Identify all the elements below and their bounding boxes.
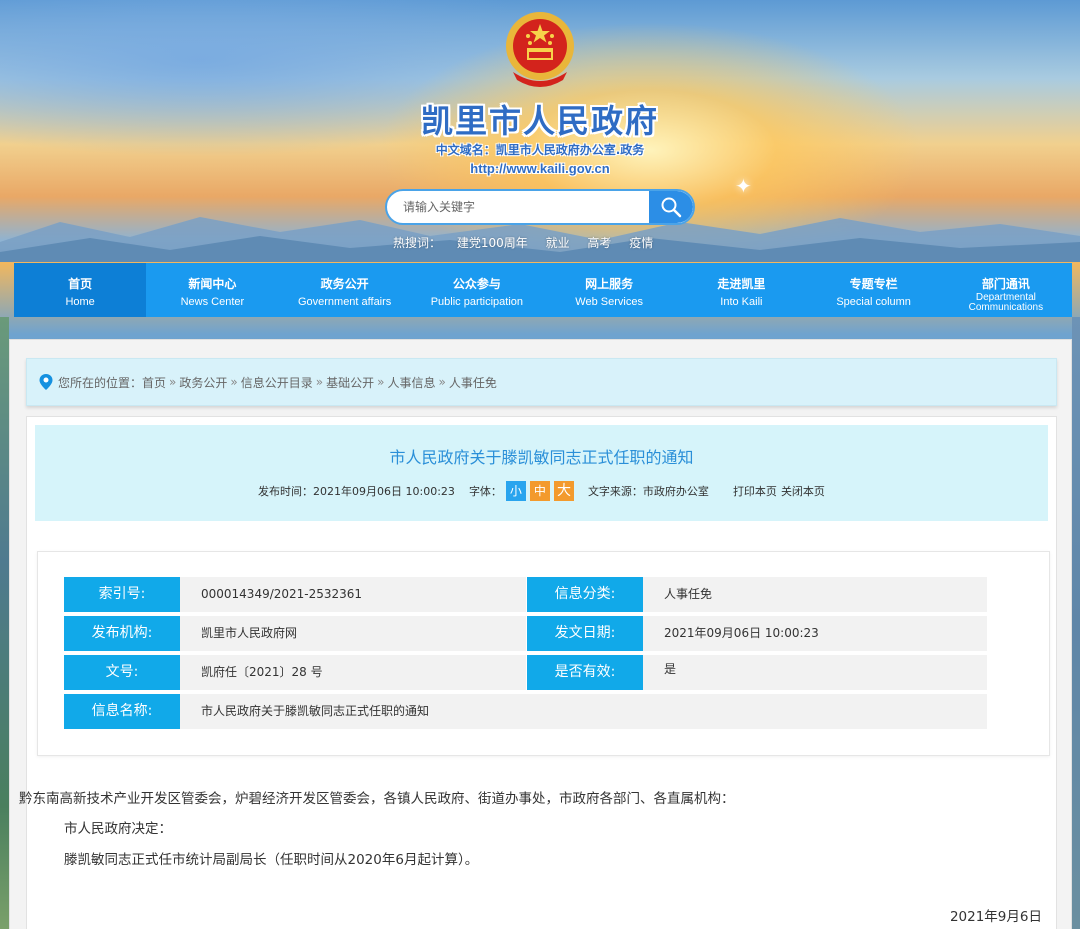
nav-label-cn: 部门通讯 bbox=[981, 277, 1030, 291]
breadcrumb-link[interactable]: 人事信息 bbox=[387, 374, 435, 391]
article: 市人民政府关于滕凯敏同志正式任职的通知 发布时间：2021年09月06日 10:… bbox=[19, 416, 1057, 929]
font-large-button[interactable]: 大 bbox=[553, 481, 574, 501]
side-decoration-left bbox=[0, 317, 9, 929]
nav-item-home[interactable]: 首页 Home bbox=[14, 263, 147, 317]
nav-label-cn: 新闻中心 bbox=[188, 277, 237, 291]
breadcrumb-prefix: 您所在的位置： bbox=[58, 375, 143, 390]
info-label: 文号: bbox=[64, 655, 188, 690]
nav-item-departmental-communications[interactable]: 部门通讯 Departmental Communications bbox=[940, 263, 1072, 317]
star-icon: ✦ bbox=[735, 174, 752, 198]
side-decoration-right bbox=[1072, 317, 1080, 929]
search-box bbox=[385, 189, 695, 225]
site-header: 凯里市人民政府 中文域名：凯里市人民政府办公室.政务 http://www.ka… bbox=[0, 0, 1080, 262]
site-title: 凯里市人民政府 bbox=[420, 102, 659, 140]
content-panel: 您所在的位置： 首页 » 政务公开 » 信息公开目录 » 基础公开 » 人事信息… bbox=[9, 339, 1072, 929]
nav-label-cn: 政务公开 bbox=[320, 277, 369, 291]
font-small-button[interactable]: 小 bbox=[505, 481, 526, 501]
nav-item-public-participation[interactable]: 公众参与 Public participation bbox=[411, 263, 543, 317]
article-title: 市人民政府关于滕凯敏同志正式任职的通知 bbox=[389, 448, 694, 467]
breadcrumb-separator: » bbox=[230, 375, 238, 389]
info-row-name: 信息名称: 市人民政府关于滕凯敏同志正式任职的通知 bbox=[64, 694, 987, 729]
nav-label-en: Special column bbox=[836, 296, 911, 308]
nav-label-en: Web Services bbox=[575, 296, 643, 308]
breadcrumb-separator: » bbox=[438, 375, 446, 389]
info-label: 索引号: bbox=[64, 577, 188, 612]
info-value: 市人民政府关于滕凯敏同志正式任职的通知 bbox=[180, 694, 987, 729]
hotword-link[interactable]: 高考 bbox=[587, 236, 611, 250]
breadcrumb-link[interactable]: 信息公开目录 bbox=[241, 374, 313, 391]
chinese-domain-name: 中文域名：凯里市人民政府办公室.政务 bbox=[435, 143, 645, 157]
hotword-link[interactable]: 疫情 bbox=[629, 236, 653, 250]
info-label: 发文日期: bbox=[527, 616, 651, 651]
breadcrumb-link[interactable]: 人事任免 bbox=[449, 374, 497, 391]
nav-item-government-affairs[interactable]: 政务公开 Government affairs bbox=[279, 263, 411, 317]
body-decision: 市人民政府决定： bbox=[64, 821, 172, 837]
search-input[interactable] bbox=[387, 191, 652, 223]
info-value: 人事任免 bbox=[643, 577, 987, 612]
info-value: 000014349/2021-2532361 bbox=[180, 577, 526, 612]
nav-item-web-services[interactable]: 网上服务 Web Services bbox=[543, 263, 675, 317]
nav-label-en: Public participation bbox=[430, 296, 524, 308]
info-label: 是否有效: bbox=[527, 655, 651, 690]
breadcrumb-link[interactable]: 政务公开 bbox=[179, 374, 227, 391]
nav-label-en: Home bbox=[65, 296, 95, 308]
breadcrumb: 您所在的位置： 首页 » 政务公开 » 信息公开目录 » 基础公开 » 人事信息… bbox=[26, 358, 1057, 406]
nav-item-news-center[interactable]: 新闻中心 News Center bbox=[146, 263, 278, 317]
breadcrumb-separator: » bbox=[169, 375, 177, 389]
nav-label-cn: 公众参与 bbox=[452, 277, 501, 291]
info-value: 2021年09月06日 10:00:23 bbox=[643, 616, 987, 651]
info-label: 信息分类: bbox=[527, 577, 651, 612]
nav-label-en: Departmental Communications bbox=[968, 292, 1044, 313]
hotwords-label: 热搜词： bbox=[393, 236, 442, 250]
search-button[interactable] bbox=[649, 191, 693, 223]
breadcrumb-link[interactable]: 首页 bbox=[142, 374, 166, 391]
info-label: 发布机构: bbox=[64, 616, 188, 651]
print-page-link[interactable]: 打印本页 bbox=[733, 483, 777, 499]
nav-item-into-kaili[interactable]: 走进凯里 Into Kaili bbox=[675, 263, 807, 317]
breadcrumb-separator: » bbox=[315, 375, 324, 389]
hot-search-words: 热搜词： 建党100周年 就业 高考 疫情 bbox=[393, 234, 667, 251]
nav-label-cn: 首页 bbox=[68, 277, 93, 291]
nav-label-cn: 网上服务 bbox=[585, 277, 634, 291]
info-value: 凯府任〔2021〕28 号 bbox=[180, 655, 526, 690]
info-value: 凯里市人民政府网 bbox=[180, 616, 526, 651]
nav-label-cn: 专题专栏 bbox=[849, 277, 898, 291]
hotword-link[interactable]: 就业 bbox=[546, 236, 570, 250]
font-medium-button[interactable]: 中 bbox=[529, 481, 550, 501]
search-icon bbox=[661, 197, 682, 218]
info-row-date: 发文日期: 2021年09月06日 10:00:23 bbox=[527, 616, 987, 651]
body-appointment: 滕凯敏同志正式任市统计局副局长（任职时间从2020年6月起计算）。 bbox=[64, 852, 479, 868]
info-row-valid: 是否有效: 是 bbox=[527, 655, 987, 690]
info-row-category: 信息分类: 人事任免 bbox=[527, 577, 987, 612]
info-row-index: 索引号: 000014349/2021-2532361 bbox=[64, 577, 526, 612]
article-meta: 发布时间：2021年09月06日 10:00:23 字体： 小 中 大 文字来源… bbox=[35, 480, 1048, 502]
nav-item-special-column[interactable]: 专题专栏 Special column bbox=[808, 263, 940, 317]
main-navigation: 首页 Home 新闻中心 News Center 政务公开 Government… bbox=[14, 263, 1072, 317]
site-url[interactable]: http://www.kaili.gov.cn bbox=[0, 161, 1080, 176]
nav-label-en: Into Kaili bbox=[720, 296, 763, 308]
national-emblem-icon bbox=[503, 10, 577, 88]
info-table: 索引号: 000014349/2021-2532361 信息分类: 人事任免 发… bbox=[37, 551, 1050, 756]
article-header: 市人民政府关于滕凯敏同志正式任职的通知 发布时间：2021年09月06日 10:… bbox=[35, 425, 1048, 521]
nav-label-en: Government affairs bbox=[297, 296, 392, 308]
info-row-docno: 文号: 凯府任〔2021〕28 号 bbox=[64, 655, 526, 690]
info-value: 是 bbox=[643, 655, 987, 690]
info-label: 信息名称: bbox=[64, 694, 188, 729]
breadcrumb-separator: » bbox=[377, 375, 385, 389]
nav-label-cn: 走进凯里 bbox=[717, 277, 766, 291]
font-size-label: 字体： bbox=[468, 485, 502, 498]
body-recipients: 黔东南高新技术产业开发区管委会，炉碧经济开发区管委会，各镇人民政府、街道办事处，… bbox=[19, 791, 735, 807]
signing-date: 2021年9月6日 bbox=[949, 909, 1042, 925]
close-page-link[interactable]: 关闭本页 bbox=[781, 483, 825, 499]
publish-time: 发布时间：2021年09月06日 10:00:23 bbox=[258, 485, 455, 498]
location-pin-icon bbox=[39, 374, 53, 390]
nav-label-en: News Center bbox=[180, 296, 245, 308]
source-label: 文字来源：市政府办公室 bbox=[587, 485, 709, 498]
hotword-link[interactable]: 建党100周年 bbox=[457, 236, 528, 250]
breadcrumb-link[interactable]: 基础公开 bbox=[326, 374, 374, 391]
info-row-publisher: 发布机构: 凯里市人民政府网 bbox=[64, 616, 526, 651]
